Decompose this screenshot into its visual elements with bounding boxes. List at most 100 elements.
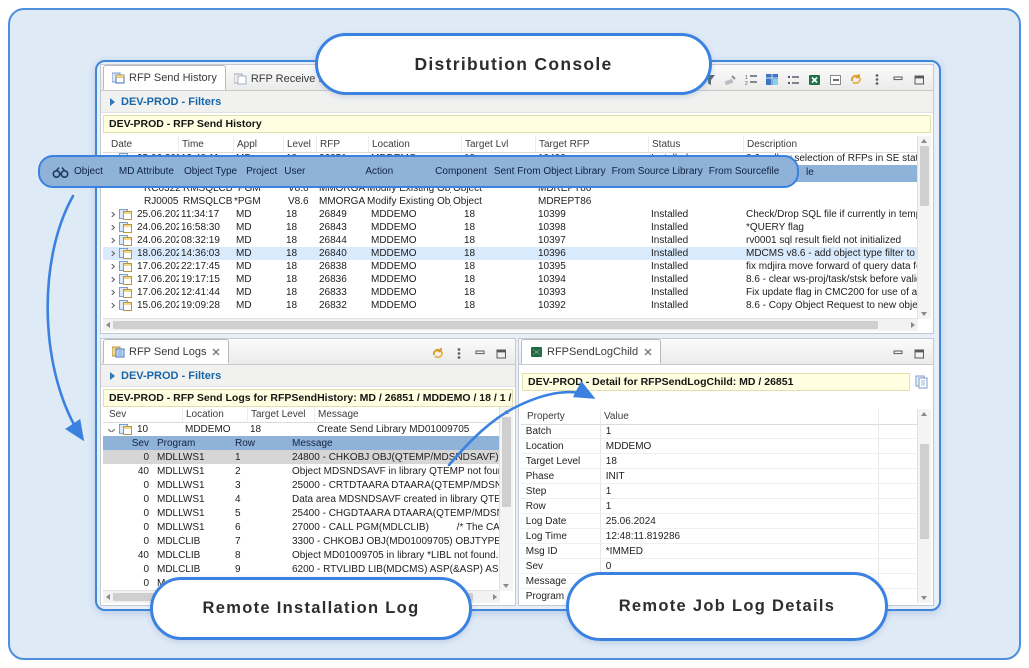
expand-toggle[interactable]	[103, 225, 117, 230]
col-message[interactable]: Message	[315, 407, 513, 422]
property-row[interactable]: Row 1	[521, 499, 918, 514]
minimize-icon[interactable]	[890, 346, 906, 361]
detail-vscrollbar[interactable]	[917, 409, 931, 603]
scroll-down-icon[interactable]	[921, 596, 927, 600]
table-row[interactable]: 15.06.202419:09:28MD1826832MDDEMO1810392…	[103, 299, 918, 312]
col-location[interactable]: Location	[183, 407, 248, 422]
clear-icon[interactable]	[722, 72, 738, 87]
col-appl[interactable]: Appl	[234, 136, 284, 152]
scroll-down-icon[interactable]	[921, 312, 927, 316]
scroll-up-icon[interactable]	[503, 410, 509, 414]
table-row[interactable]: 18.06.202414:36:03MD1826840MDDEMO1810396…	[103, 247, 918, 260]
col-status[interactable]: Status	[649, 136, 744, 152]
numbered-list-icon[interactable]: 12	[743, 72, 759, 87]
scroll-left-icon[interactable]	[106, 322, 110, 328]
maximize-icon[interactable]	[911, 346, 927, 361]
minimize-icon[interactable]	[472, 346, 488, 361]
col-target-level[interactable]: Target Level	[248, 407, 315, 422]
log-detail-row[interactable]: 0MDLLWS1325000 - CRTDTAARA DTAARA(QTEMP/…	[103, 478, 500, 492]
log-detail-row[interactable]: 40MDLLWS12Object MDSNDSAVF in library QT…	[103, 464, 500, 478]
scroll-up-icon[interactable]	[921, 139, 927, 143]
property-row[interactable]: Target Level 18	[521, 454, 918, 469]
expand-toggle[interactable]	[103, 251, 117, 256]
maximize-icon[interactable]	[911, 72, 927, 87]
close-icon[interactable]	[644, 348, 652, 356]
log-detail-row[interactable]: 0MDLLWS1525400 - CHGDTAARA DTAARA(QTEMP/…	[103, 506, 500, 520]
col-location[interactable]: Location	[369, 136, 462, 152]
maximize-icon[interactable]	[493, 346, 509, 361]
property-row[interactable]: Step 1	[521, 484, 918, 499]
refresh-icon[interactable]	[430, 346, 446, 361]
cell-rfp: 26843	[317, 222, 369, 233]
table-row[interactable]: 24.06.202416:58:30MD1826843MDDEMO1810398…	[103, 221, 918, 234]
log-detail-row[interactable]: 0MDLLWS1627000 - CALL PGM(MDLCLIB) /* Th…	[103, 520, 500, 534]
scroll-thumb[interactable]	[502, 417, 511, 507]
history-vscrollbar[interactable]	[917, 136, 931, 319]
col-sev[interactable]: Sev	[103, 407, 183, 422]
log-detail-row[interactable]: 0MDLCLIB96200 - RTVLIBD LIB(MDCMS) ASP(&…	[103, 562, 500, 576]
menu-kebab-icon[interactable]	[451, 346, 467, 361]
tab-rfpsendlogchild[interactable]: RFPSendLogChild	[521, 339, 661, 364]
cell-trfp: 10397	[536, 235, 649, 246]
col-time[interactable]: Time	[179, 136, 234, 152]
log-detail-row[interactable]: 40MDLCLIB8Object MD01009705 in library *…	[103, 548, 500, 562]
col-level[interactable]: Level	[284, 136, 317, 152]
collapse-all-icon[interactable]	[827, 72, 843, 87]
scroll-thumb[interactable]	[920, 146, 929, 206]
col-rfp[interactable]: RFP	[317, 136, 369, 152]
table-row-child[interactable]: RJ0005RMSQLCBLLE*PGMV8.6MMORGANModify Ex…	[103, 195, 918, 208]
menu-kebab-icon[interactable]	[869, 72, 885, 87]
scroll-left-icon[interactable]	[106, 594, 110, 600]
cell-message: 3300 - CHKOBJ OBJ(MD01009705) OBJTYPE(*L…	[290, 536, 500, 547]
table-row[interactable]: 17.06.202412:41:44MD1826833MDDEMO1810393…	[103, 286, 918, 299]
property-row[interactable]: Batch 1	[521, 424, 918, 439]
property-row[interactable]: Location MDDEMO	[521, 439, 918, 454]
scroll-thumb[interactable]	[113, 321, 878, 329]
logs-filters-bar[interactable]: DEV-PROD - Filters	[101, 365, 515, 387]
table-row[interactable]: 25.06.202411:34:17MD1826849MDDEMO1810399…	[103, 208, 918, 221]
col-target-lvl[interactable]: Target Lvl	[462, 136, 536, 152]
chevron-icon[interactable]	[108, 427, 115, 432]
cell-desc: rv0001 sql result field not initialized	[744, 235, 918, 246]
freeze-table-icon[interactable]	[764, 72, 780, 87]
property-row[interactable]: Msg ID *IMMED	[521, 544, 918, 559]
expand-toggle[interactable]	[103, 303, 117, 308]
logs-vscrollbar[interactable]	[499, 407, 513, 591]
history-hscrollbar[interactable]	[103, 318, 918, 331]
scroll-up-icon[interactable]	[921, 412, 927, 416]
log-group-row[interactable]: 10 MDDEMO 18 Create Send Library MD01009…	[103, 422, 500, 436]
copy-document-icon[interactable]	[914, 375, 930, 390]
tab-rfp-send-history[interactable]: RFP Send History	[103, 65, 226, 90]
expand-toggle[interactable]	[103, 212, 117, 217]
table-row[interactable]: 24.06.202408:32:19MD1826844MDDEMO1810397…	[103, 234, 918, 247]
scroll-down-icon[interactable]	[503, 584, 509, 588]
log-detail-row[interactable]: 0MDLCLIB73300 - CHKOBJ OBJ(MD01009705) O…	[103, 534, 500, 548]
col-value[interactable]: Value	[601, 409, 879, 424]
expand-toggle[interactable]	[103, 277, 117, 282]
table-row[interactable]: 17.06.202422:17:45MD1826838MDDEMO1810395…	[103, 260, 918, 273]
scroll-right-icon[interactable]	[493, 594, 497, 600]
col-description[interactable]: Description	[744, 136, 931, 152]
logs-tabbar: RFP Send Logs	[101, 339, 515, 365]
cell-status: Installed	[649, 222, 744, 233]
scroll-thumb[interactable]	[920, 444, 929, 539]
scroll-right-icon[interactable]	[911, 322, 915, 328]
table-row[interactable]: 17.06.202419:17:15MD1826836MDDEMO1810394…	[103, 273, 918, 286]
excel-export-icon[interactable]	[806, 72, 822, 87]
expand-toggle[interactable]	[103, 238, 117, 243]
expand-toggle[interactable]	[103, 290, 117, 295]
log-detail-row[interactable]: 0MDLLWS1124800 - CHKOBJ OBJ(QTEMP/MDSNDS…	[103, 450, 500, 464]
col-property[interactable]: Property	[521, 409, 601, 424]
refresh-icon[interactable]	[848, 72, 864, 87]
close-icon[interactable]	[212, 348, 220, 356]
minimize-icon[interactable]	[890, 72, 906, 87]
property-row[interactable]: Log Date 25.06.2024	[521, 514, 918, 529]
expand-toggle[interactable]	[103, 264, 117, 269]
tab-rfp-send-logs[interactable]: RFP Send Logs	[103, 339, 229, 364]
log-detail-row[interactable]: 0MDLLWS14Data area MDSNDSAVF created in …	[103, 492, 500, 506]
col-target-rfp[interactable]: Target RFP	[536, 136, 649, 152]
property-row[interactable]: Phase INIT	[521, 469, 918, 484]
col-date[interactable]: Date	[103, 136, 179, 152]
bullet-list-icon[interactable]	[785, 72, 801, 87]
property-row[interactable]: Log Time 12:48:11.819286	[521, 529, 918, 544]
